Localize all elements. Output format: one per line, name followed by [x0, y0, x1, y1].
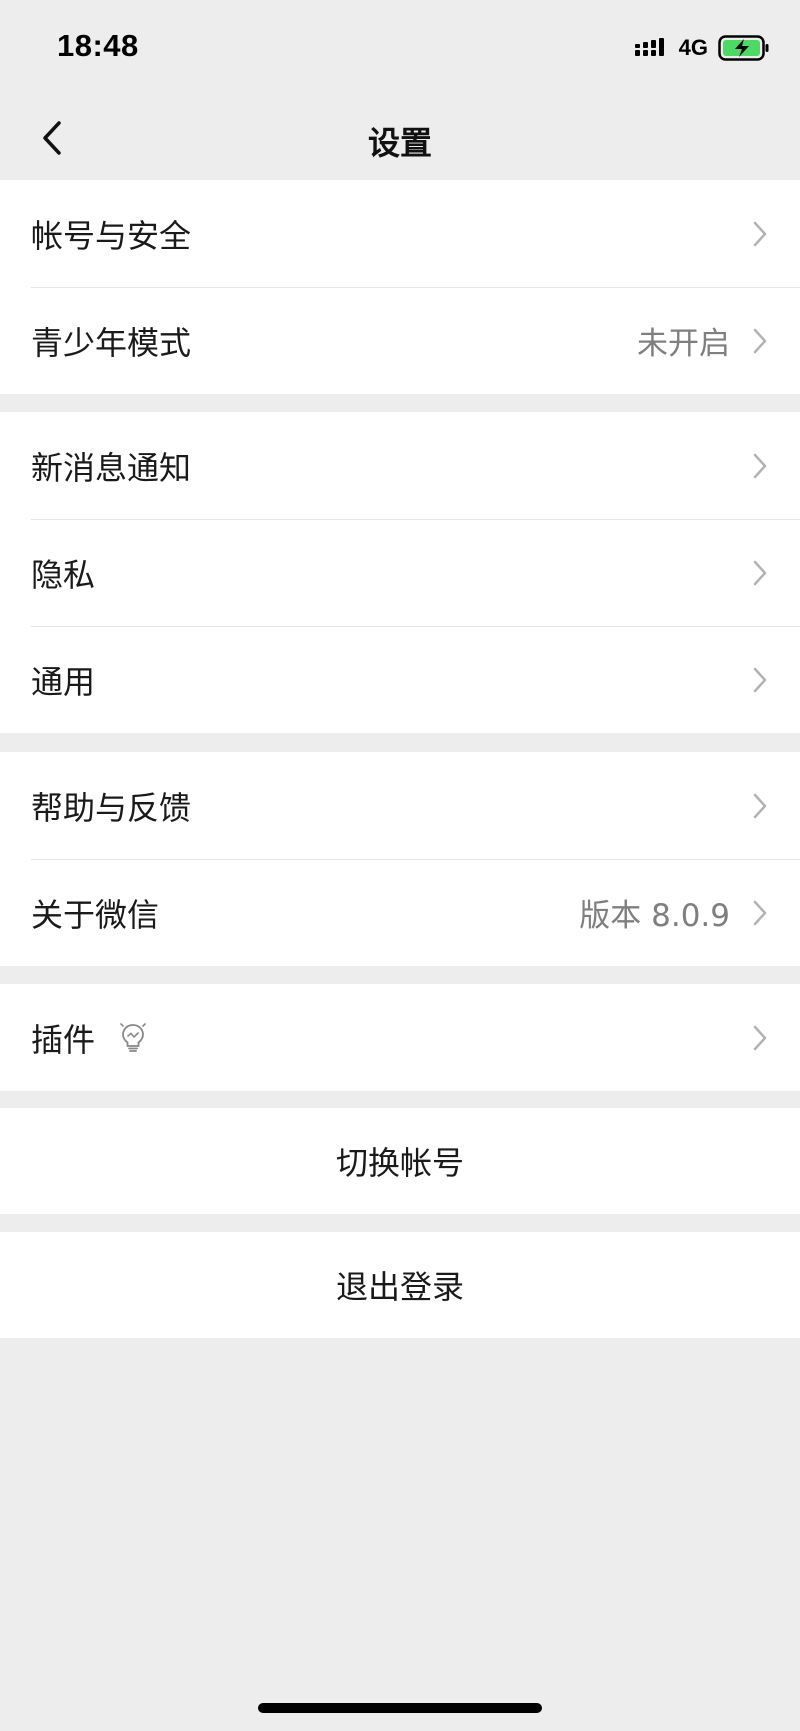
settings-item-general[interactable]: 通用: [0, 626, 800, 733]
chevron-right-icon: [750, 663, 770, 697]
chevron-right-icon: [750, 324, 770, 358]
settings-item-account-security[interactable]: 帐号与安全: [0, 180, 800, 287]
switch-account-button[interactable]: 切换帐号: [0, 1108, 800, 1214]
settings-item-label: 关于微信: [31, 895, 160, 934]
settings-group-account: 帐号与安全 青少年模式 未开启: [0, 180, 800, 394]
settings-item-label: 帮助与反馈: [31, 788, 192, 827]
chevron-right-icon: [750, 896, 770, 930]
status-time: 18:48: [57, 28, 139, 63]
page-title: 设置: [367, 124, 432, 162]
settings-item-help-feedback[interactable]: 帮助与反馈: [0, 752, 800, 859]
settings-item-label: 插件: [31, 1020, 96, 1059]
version-label: 版本 8.0.9: [579, 898, 730, 934]
settings-item-label: 通用: [31, 662, 96, 701]
settings-group-preferences: 新消息通知 隐私 通用: [0, 412, 800, 733]
battery-charging-icon: [718, 35, 769, 61]
chevron-right-icon: [750, 556, 770, 590]
lightbulb-icon: [120, 1023, 146, 1052]
settings-item-plugins[interactable]: 插件: [0, 984, 800, 1091]
chevron-right-icon: [750, 449, 770, 483]
switch-account-label: 切换帐号: [335, 1144, 464, 1182]
logout-button[interactable]: 退出登录: [0, 1232, 800, 1338]
home-indicator[interactable]: [258, 1703, 542, 1713]
settings-item-label: 青少年模式: [31, 323, 192, 362]
settings-item-notifications[interactable]: 新消息通知: [0, 412, 800, 519]
teen-mode-status: 未开启: [637, 326, 730, 362]
settings-item-privacy[interactable]: 隐私: [0, 519, 800, 626]
logout-label: 退出登录: [335, 1268, 464, 1306]
settings-item-teen-mode[interactable]: 青少年模式 未开启: [0, 287, 800, 394]
settings-item-label: 新消息通知: [31, 448, 192, 487]
status-bar: 18:48 4G: [0, 0, 800, 96]
settings-group-plugins: 插件: [0, 984, 800, 1091]
status-indicators: 4G: [634, 34, 770, 62]
chevron-right-icon: [750, 1021, 770, 1055]
settings-item-label: 隐私: [31, 555, 96, 594]
navigation-bar: 设置: [0, 96, 800, 180]
settings-item-about-wechat[interactable]: 关于微信 版本 8.0.9: [0, 859, 800, 966]
signal-strength-icon: [634, 38, 664, 56]
network-type-label: 4G: [678, 35, 708, 60]
chevron-right-icon: [750, 789, 770, 823]
chevron-right-icon: [750, 217, 770, 251]
settings-group-about: 帮助与反馈 关于微信 版本 8.0.9: [0, 752, 800, 966]
settings-item-label: 帐号与安全: [31, 216, 192, 255]
